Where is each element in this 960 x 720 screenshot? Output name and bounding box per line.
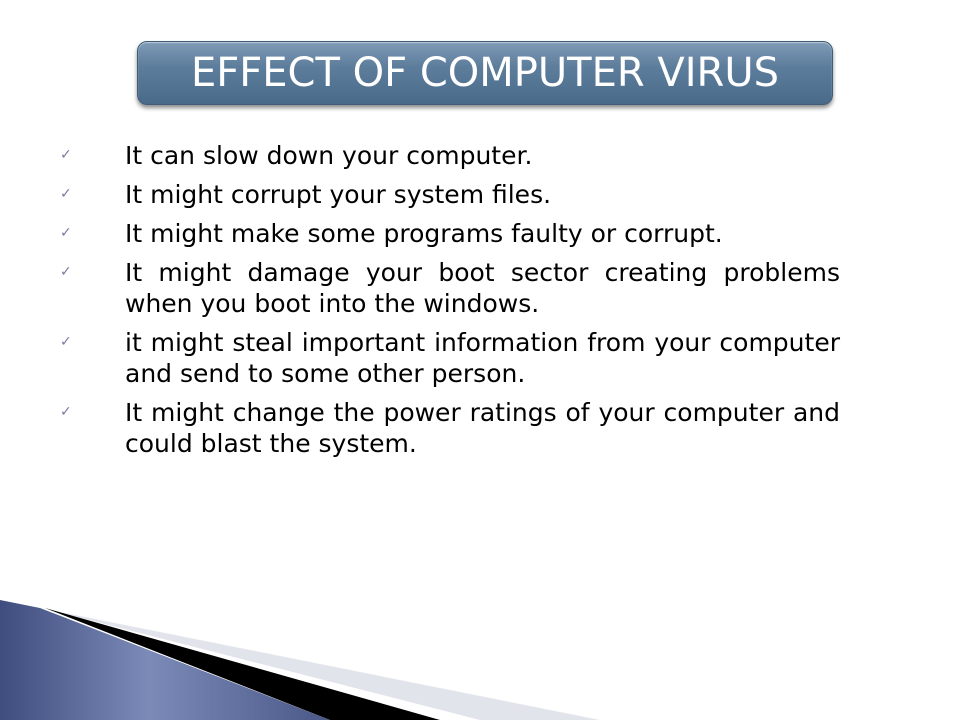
checkmark-icon: ✓ xyxy=(60,225,72,241)
slide-title: EFFECT OF COMPUTER VIRUS xyxy=(190,50,779,96)
list-item: ✓ It can slow down your computer. xyxy=(60,140,840,171)
list-item-text: It might damage your boot sector creatin… xyxy=(125,258,840,318)
list-item-text: It might make some programs faulty or co… xyxy=(125,219,723,248)
list-item: ✓ It might damage your boot sector creati… xyxy=(60,257,840,319)
checkmark-icon: ✓ xyxy=(60,147,72,163)
list-item-text: It can slow down your computer. xyxy=(125,141,533,170)
checkmark-icon: ✓ xyxy=(60,186,72,202)
corner-decoration xyxy=(0,600,600,720)
checkmark-icon: ✓ xyxy=(60,334,72,350)
list-item: ✓ it might steal important information fr… xyxy=(60,327,840,389)
checkmark-icon: ✓ xyxy=(60,404,72,420)
list-item-text: it might steal important information fro… xyxy=(125,328,840,388)
list-item: ✓ It might corrupt your system files. xyxy=(60,179,840,210)
checkmark-icon: ✓ xyxy=(60,264,72,280)
list-item: ✓ It might change the power ratings of yo… xyxy=(60,397,840,459)
list-item-text: It might change the power ratings of you… xyxy=(125,398,840,458)
list-item: ✓ It might make some programs faulty or c… xyxy=(60,218,840,249)
title-banner: EFFECT OF COMPUTER VIRUS xyxy=(137,41,833,105)
list-item-text: It might corrupt your system files. xyxy=(125,180,552,209)
bullet-list: ✓ It can slow down your computer. ✓ It mig… xyxy=(60,140,840,467)
